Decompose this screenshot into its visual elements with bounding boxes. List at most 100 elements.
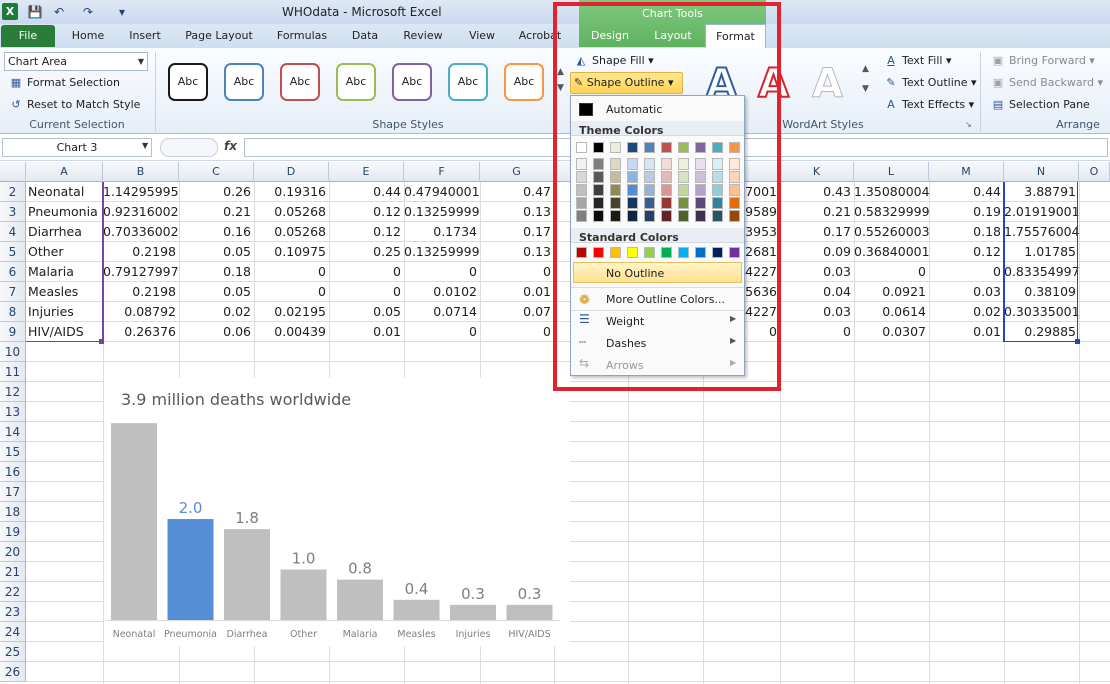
column-header-e[interactable]: E <box>329 162 404 182</box>
row-label-cell[interactable]: Neonatal <box>28 182 102 202</box>
bar-other[interactable] <box>280 569 327 620</box>
row-label-cell[interactable]: Other <box>28 242 102 262</box>
column-header-g[interactable]: G <box>480 162 554 182</box>
row-header[interactable]: 13 <box>0 402 26 422</box>
bar-pneumonia[interactable] <box>167 519 214 620</box>
table-cell[interactable]: 0.07 <box>480 302 554 322</box>
column-header-m[interactable]: M <box>929 162 1004 182</box>
table-cell[interactable]: 0 <box>329 282 404 302</box>
table-cell[interactable]: 0 <box>780 322 854 342</box>
chart-element-selector[interactable]: Chart Area ▼ <box>4 52 148 71</box>
table-cell[interactable]: 0.1734 <box>404 222 480 242</box>
tab-formulas[interactable]: Formulas <box>273 24 331 48</box>
table-cell[interactable]: 0.05 <box>179 282 254 302</box>
bar-neonatal[interactable] <box>111 423 157 620</box>
table-cell[interactable]: 0.13 <box>480 202 554 222</box>
row-header[interactable]: 23 <box>0 602 26 622</box>
selection-pane-button[interactable]: ▤ Selection Pane <box>990 97 1090 113</box>
bring-forward-button[interactable]: ▣ Bring Forward ▾ <box>990 53 1095 69</box>
shape-style-sample[interactable]: Abc <box>448 63 488 101</box>
row-header[interactable]: 19 <box>0 522 26 542</box>
table-cell[interactable]: 0.0921 <box>854 282 929 302</box>
table-cell[interactable]: 0.12 <box>329 222 404 242</box>
table-cell[interactable]: 0.92316002 <box>103 202 179 222</box>
row-header[interactable]: 21 <box>0 562 26 582</box>
tab-view[interactable]: View <box>464 24 500 48</box>
table-cell[interactable]: 0.02 <box>929 302 1004 322</box>
shape-style-sample[interactable]: Abc <box>224 63 264 101</box>
column-header-f[interactable]: F <box>404 162 480 182</box>
column-header-c[interactable]: C <box>179 162 254 182</box>
table-cell[interactable]: 0.44 <box>329 182 404 202</box>
text-fill-button[interactable]: A Text Fill ▾ <box>883 53 951 69</box>
table-cell[interactable]: 1.75576004 <box>1004 222 1079 242</box>
table-cell[interactable]: 0.16 <box>179 222 254 242</box>
table-cell[interactable]: 0.0614 <box>854 302 929 322</box>
bar-hivaids[interactable] <box>506 604 553 620</box>
table-cell[interactable]: 0.2198 <box>103 242 179 262</box>
table-cell[interactable]: 0.13259999 <box>404 242 480 262</box>
row-header[interactable]: 17 <box>0 482 26 502</box>
table-cell[interactable]: 0.05 <box>329 302 404 322</box>
table-cell[interactable]: 0.70336002 <box>103 222 179 242</box>
row-header[interactable]: 22 <box>0 582 26 602</box>
tab-page-layout[interactable]: Page Layout <box>183 24 255 48</box>
row-header[interactable]: 6 <box>0 262 26 282</box>
table-cell[interactable]: 0 <box>854 262 929 282</box>
tab-insert[interactable]: Insert <box>124 24 166 48</box>
row-header[interactable]: 18 <box>0 502 26 522</box>
table-cell[interactable]: 0.02195 <box>254 302 329 322</box>
table-cell[interactable]: 1.14295995 <box>103 182 179 202</box>
row-label-cell[interactable]: Diarrhea <box>28 222 102 242</box>
table-cell[interactable]: 0.43 <box>780 182 854 202</box>
column-header-a[interactable]: A <box>26 162 103 182</box>
table-cell[interactable]: 0.83354997 <box>1004 262 1079 282</box>
wordart-style-gray-outline[interactable]: A <box>812 62 844 107</box>
table-cell[interactable]: 0 <box>929 262 1004 282</box>
table-cell[interactable]: 0.13 <box>480 242 554 262</box>
save-icon[interactable]: 💾 <box>27 4 43 20</box>
table-cell[interactable]: 0.25 <box>329 242 404 262</box>
bar-injuries[interactable] <box>450 604 496 620</box>
row-label-cell[interactable]: Injuries <box>28 302 102 322</box>
table-cell[interactable]: 0.79127997 <box>103 262 179 282</box>
table-cell[interactable]: 0.05268 <box>254 222 329 242</box>
column-header-n[interactable]: N <box>1004 162 1079 182</box>
row-label-cell[interactable]: HIV/AIDS <box>28 322 102 342</box>
shape-style-sample[interactable]: Abc <box>280 63 320 101</box>
table-cell[interactable]: 0.01 <box>929 322 1004 342</box>
insert-function-icon[interactable]: fx <box>224 139 237 153</box>
row-header[interactable]: 2 <box>0 182 26 202</box>
bar-diarrhea[interactable] <box>224 529 270 620</box>
row-header[interactable]: 7 <box>0 282 26 302</box>
row-label-cell[interactable]: Malaria <box>28 262 102 282</box>
table-cell[interactable]: 0.12 <box>329 202 404 222</box>
text-effects-button[interactable]: A Text Effects ▾ <box>883 97 974 113</box>
wordart-scroll-up-icon[interactable]: ▲ <box>862 61 869 77</box>
row-header[interactable]: 25 <box>0 642 26 662</box>
table-cell[interactable]: 0.05268 <box>254 202 329 222</box>
text-outline-button[interactable]: ✎ Text Outline ▾ <box>883 75 976 91</box>
row-header[interactable]: 11 <box>0 362 26 382</box>
row-header[interactable]: 5 <box>0 242 26 262</box>
row-header[interactable]: 24 <box>0 622 26 642</box>
table-cell[interactable]: 0.2198 <box>103 282 179 302</box>
table-cell[interactable]: 0.17 <box>780 222 854 242</box>
table-cell[interactable]: 0 <box>480 262 554 282</box>
table-cell[interactable]: 0.0102 <box>404 282 480 302</box>
table-cell[interactable]: 0.12 <box>929 242 1004 262</box>
table-cell[interactable]: 0.17 <box>480 222 554 242</box>
table-cell[interactable]: 0.44 <box>929 182 1004 202</box>
row-header[interactable]: 4 <box>0 222 26 242</box>
customize-toolbar-icon[interactable]: ▾ <box>114 4 130 20</box>
row-header[interactable]: 8 <box>0 302 26 322</box>
table-cell[interactable]: 0.47940001 <box>404 182 480 202</box>
table-cell[interactable]: 0.04 <box>780 282 854 302</box>
formula-bar-expander[interactable] <box>160 138 218 157</box>
wordart-scroll-down-icon[interactable]: ▼ <box>862 81 869 97</box>
table-cell[interactable]: 0 <box>404 322 480 342</box>
table-cell[interactable]: 0.26 <box>179 182 254 202</box>
table-cell[interactable]: 0 <box>480 322 554 342</box>
table-cell[interactable]: 0.03 <box>929 282 1004 302</box>
table-cell[interactable]: 0.01 <box>480 282 554 302</box>
